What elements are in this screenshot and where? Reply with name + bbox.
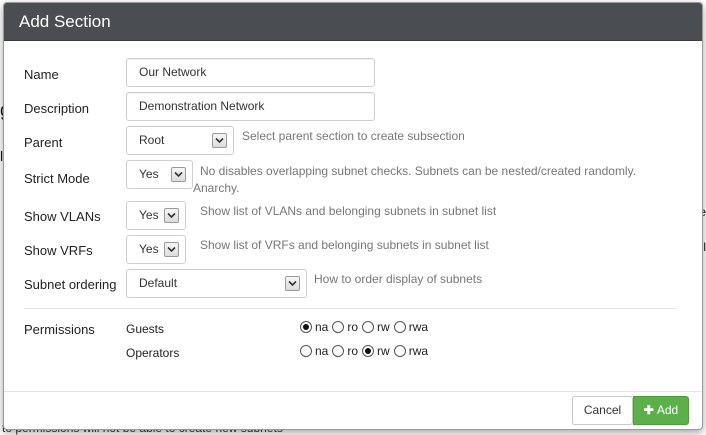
show-vlans-select[interactable]: Yes <box>126 201 186 230</box>
subnet-ordering-select[interactable]: Default <box>126 269 307 298</box>
strict-mode-select-value: Yes <box>139 167 159 181</box>
radio-label: ro <box>347 320 359 334</box>
description-label: Description <box>24 101 90 116</box>
show-vlans-select-value: Yes <box>139 208 159 222</box>
permission-group-name: Guests <box>126 322 165 336</box>
radio-label: na <box>315 320 329 334</box>
show-vlans-row: Show VLANs Yes Show list of VLANs and be… <box>4 201 702 233</box>
radio-guests-ro[interactable] <box>332 321 345 333</box>
guests-permission-radios: na ro rw rwa <box>300 320 432 334</box>
name-input[interactable]: Our Network <box>126 58 375 87</box>
parent-select-value: Root <box>139 133 165 147</box>
show-vrfs-row: Show VRFs Yes Show list of VRFs and belo… <box>4 235 702 267</box>
cancel-button[interactable]: Cancel <box>572 396 633 425</box>
parent-row: Parent Root Select parent section to cre… <box>4 126 702 158</box>
radio-operators-na[interactable] <box>300 345 312 357</box>
description-input[interactable]: Demonstration Network <box>126 92 375 121</box>
subnet-ordering-select-value: Default <box>139 276 178 290</box>
section-divider <box>24 308 676 309</box>
permission-group-name: Operators <box>126 346 180 360</box>
radio-label: rwa <box>408 320 429 334</box>
strict-mode-label: Strict Mode <box>24 171 90 186</box>
strict-mode-help: No disables overlapping subnet checks. S… <box>200 164 637 178</box>
strict-mode-help-continued: Anarchy. <box>193 181 240 195</box>
subnet-ordering-row: Subnet ordering Default How to order dis… <box>4 269 702 301</box>
radio-label: ro <box>347 344 359 358</box>
add-button[interactable]: ✚ Add <box>633 396 689 425</box>
name-label: Name <box>24 67 59 82</box>
radio-operators-ro[interactable] <box>332 345 345 357</box>
chevron-down-icon <box>164 242 179 257</box>
dialog-title: Add Section <box>4 3 702 41</box>
subnet-ordering-label: Subnet ordering <box>24 277 117 292</box>
chevron-down-icon <box>171 167 186 182</box>
radio-guests-na[interactable] <box>300 321 312 333</box>
add-section-dialog: Add Section Name Our Network Description… <box>3 2 703 430</box>
strict-mode-select[interactable]: Yes <box>126 160 193 189</box>
radio-guests-rw[interactable] <box>362 321 375 333</box>
radio-label: rw <box>377 344 390 358</box>
show-vlans-help: Show list of VLANs and belonging subnets… <box>200 204 497 218</box>
radio-label: rwa <box>408 344 429 358</box>
show-vrfs-select-value: Yes <box>139 242 159 256</box>
description-row: Description Demonstration Network <box>4 92 702 124</box>
radio-operators-rwa[interactable] <box>393 345 406 357</box>
parent-help: Select parent section to create subsecti… <box>242 129 465 143</box>
chevron-down-icon <box>285 276 300 291</box>
add-button-label: Add <box>656 403 679 417</box>
show-vlans-label: Show VLANs <box>24 209 101 224</box>
radio-label: rw <box>377 320 390 334</box>
show-vrfs-select[interactable]: Yes <box>126 235 186 264</box>
radio-operators-rw[interactable] <box>362 345 375 357</box>
show-vrfs-help: Show list of VRFs and belonging subnets … <box>200 238 489 252</box>
chevron-down-icon <box>164 208 179 223</box>
radio-label: na <box>315 344 329 358</box>
operators-permission-radios: na ro rw rwa <box>300 344 432 358</box>
parent-select[interactable]: Root <box>126 126 234 155</box>
permissions-label: Permissions <box>24 322 95 337</box>
radio-guests-rwa[interactable] <box>393 321 406 333</box>
chevron-down-icon <box>212 133 227 148</box>
subnet-ordering-help: How to order display of subnets <box>314 272 483 286</box>
dialog-footer: Cancel ✚ Add <box>4 391 702 429</box>
name-row: Name Our Network <box>4 58 702 90</box>
show-vrfs-label: Show VRFs <box>24 243 93 258</box>
parent-label: Parent <box>24 135 63 150</box>
plus-icon: ✚ <box>643 403 654 417</box>
strict-mode-row: Strict Mode Yes No disables overlapping … <box>4 160 702 195</box>
